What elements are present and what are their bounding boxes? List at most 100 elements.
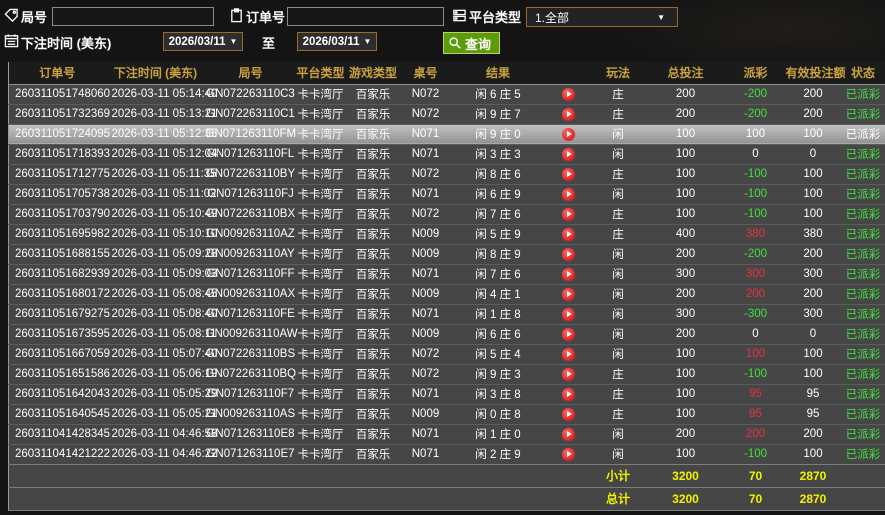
cell-bet-time: 2026-03-11 04:46:58 bbox=[105, 423, 217, 444]
cell-order: 260311051724095 bbox=[8, 123, 110, 144]
table-row[interactable]: 260311051688155 2026-03-11 05:09:28 GN0092… bbox=[8, 243, 885, 264]
replay-play-button[interactable] bbox=[561, 347, 575, 361]
date-from-value: 2026/03/11 bbox=[168, 35, 226, 48]
cell-order: 260311051640545 bbox=[8, 403, 110, 424]
cell-platform: 卡卡湾厅 bbox=[295, 343, 346, 364]
filter-bar: 局号 订单号 平台类型 1.全部 下注时间 (美东) 2026/03/11 至 … bbox=[0, 0, 885, 62]
total-label: 总计 bbox=[590, 486, 646, 510]
col-header-game-type: 游戏类型 bbox=[345, 62, 401, 85]
table-row[interactable]: 260311051748060 2026-03-11 05:14:40 GN0722… bbox=[8, 84, 885, 104]
replay-play-button[interactable] bbox=[561, 327, 575, 341]
cell-bet-time: 2026-03-11 05:08:45 bbox=[105, 283, 217, 304]
cell-result: 闲 2 庄 9 bbox=[450, 443, 546, 464]
cell-platform: 卡卡湾厅 bbox=[295, 143, 346, 164]
tag-icon bbox=[4, 8, 19, 23]
cell-result: 闲 8 庄 9 bbox=[450, 243, 546, 264]
table-row[interactable]: 260311051673595 2026-03-11 05:08:11 GN0092… bbox=[8, 323, 885, 344]
platform-type-select[interactable]: 1.全部 bbox=[526, 7, 678, 27]
cell-platform: 卡卡湾厅 bbox=[295, 363, 346, 384]
cell-platform: 卡卡湾厅 bbox=[295, 283, 346, 304]
cell-platform: 卡卡湾厅 bbox=[295, 403, 346, 424]
table-row[interactable]: 260311051642043 2026-03-11 05:05:29 GN0712… bbox=[8, 383, 885, 404]
cell-valid-bet: 0 bbox=[785, 143, 841, 164]
cell-total-bet: 200 bbox=[645, 84, 726, 104]
table-header: 订单号 下注时间 (美东) 局号 平台类型 游戏类型 桌号 结果 玩法 总投注 派彩 有效投注额 状态 bbox=[8, 62, 885, 85]
table-row[interactable]: 260311051682939 2026-03-11 05:09:03 GN0712… bbox=[8, 263, 885, 284]
replay-play-button[interactable] bbox=[561, 407, 575, 421]
cell-total-bet: 100 bbox=[645, 343, 726, 364]
cell-result: 闲 0 庄 8 bbox=[450, 403, 546, 424]
cell-result: 闲 9 庄 7 bbox=[450, 103, 546, 124]
total-row: 总计 3200 70 2870 bbox=[8, 486, 885, 510]
cell-play-type: 闲 bbox=[590, 323, 646, 344]
table-row[interactable]: 260311051703790 2026-03-11 05:10:49 GN0722… bbox=[8, 203, 885, 224]
cell-bet-time: 2026-03-11 05:08:11 bbox=[105, 323, 217, 344]
table-row[interactable]: 260311041421222 2026-03-11 04:46:22 GN0712… bbox=[8, 443, 885, 464]
cell-replay bbox=[545, 303, 591, 324]
replay-play-button[interactable] bbox=[561, 87, 575, 101]
replay-play-button[interactable] bbox=[561, 447, 575, 461]
replay-play-button[interactable] bbox=[561, 207, 575, 221]
cell-valid-bet: 200 bbox=[785, 103, 841, 124]
table-row[interactable]: 260311041428345 2026-03-11 04:46:58 GN0712… bbox=[8, 423, 885, 444]
order-no-input[interactable] bbox=[287, 7, 444, 26]
col-header-play-type: 玩法 bbox=[590, 62, 646, 85]
cell-bet-time: 2026-03-11 05:05:21 bbox=[105, 403, 217, 424]
replay-play-button[interactable] bbox=[561, 287, 575, 301]
subtotal-label: 小计 bbox=[590, 463, 646, 487]
replay-play-button[interactable] bbox=[561, 167, 575, 181]
cell-payout: 100 bbox=[725, 123, 786, 144]
query-button[interactable]: 查询 bbox=[443, 32, 501, 54]
cell-table-no: N009 bbox=[400, 403, 451, 424]
replay-play-button[interactable] bbox=[561, 187, 575, 201]
table-row[interactable]: 260311051667059 2026-03-11 05:07:40 GN0722… bbox=[8, 343, 885, 364]
cell-platform: 卡卡湾厅 bbox=[295, 443, 346, 464]
table-row[interactable]: 260311051712775 2026-03-11 05:11:35 GN0722… bbox=[8, 163, 885, 184]
col-header-valid-bet: 有效投注额 bbox=[785, 62, 846, 85]
cell-platform: 卡卡湾厅 bbox=[295, 183, 346, 204]
round-no-input[interactable] bbox=[52, 7, 214, 26]
cell-replay bbox=[545, 423, 591, 444]
table-row[interactable]: 260311051724095 2026-03-11 05:12:35 GN0712… bbox=[8, 123, 885, 144]
date-to-select[interactable]: 2026/03/11 bbox=[297, 32, 377, 51]
cell-play-type: 闲 bbox=[590, 443, 646, 464]
table-row[interactable]: 260311051732369 2026-03-11 05:13:21 GN0722… bbox=[8, 103, 885, 124]
cell-total-bet: 100 bbox=[645, 403, 726, 424]
table-row[interactable]: 260311051680172 2026-03-11 05:08:45 GN0092… bbox=[8, 283, 885, 304]
replay-play-button[interactable] bbox=[561, 427, 575, 441]
table-row[interactable]: 260311051679275 2026-03-11 05:08:40 GN0712… bbox=[8, 303, 885, 324]
total-status-spacer bbox=[840, 486, 885, 510]
cell-game-type: 百家乐 bbox=[345, 203, 401, 224]
table-row[interactable]: 260311051695982 2026-03-11 05:10:10 GN0092… bbox=[8, 223, 885, 244]
cell-result: 闲 1 庄 0 bbox=[450, 423, 546, 444]
cell-payout: 200 bbox=[725, 283, 786, 304]
cell-order: 260311051695982 bbox=[8, 223, 110, 244]
cell-platform: 卡卡湾厅 bbox=[295, 423, 346, 444]
cell-valid-bet: 380 bbox=[785, 223, 841, 244]
replay-play-button[interactable] bbox=[561, 267, 575, 281]
replay-play-button[interactable] bbox=[561, 247, 575, 261]
cell-order: 260311051703790 bbox=[8, 203, 110, 224]
cell-valid-bet: 100 bbox=[785, 443, 841, 464]
cell-table-no: N071 bbox=[400, 263, 451, 284]
replay-play-button[interactable] bbox=[561, 307, 575, 321]
date-from-select[interactable]: 2026/03/11 bbox=[163, 32, 243, 51]
replay-play-button[interactable] bbox=[561, 367, 575, 381]
cell-round-no: GN071263110FL bbox=[205, 143, 296, 164]
cell-status: 已派彩 bbox=[840, 343, 885, 364]
replay-play-button[interactable] bbox=[561, 127, 575, 141]
replay-play-button[interactable] bbox=[561, 107, 575, 121]
cell-play-type: 庄 bbox=[590, 383, 646, 404]
table-row[interactable]: 260311051640545 2026-03-11 05:05:21 GN0092… bbox=[8, 403, 885, 424]
table-row[interactable]: 260311051651586 2026-03-11 05:06:19 GN0722… bbox=[8, 363, 885, 384]
cell-status: 已派彩 bbox=[840, 143, 885, 164]
cell-table-no: N071 bbox=[400, 303, 451, 324]
cell-game-type: 百家乐 bbox=[345, 123, 401, 144]
subtotal-status-spacer bbox=[840, 463, 885, 487]
replay-play-button[interactable] bbox=[561, 387, 575, 401]
replay-play-button[interactable] bbox=[561, 147, 575, 161]
replay-play-button[interactable] bbox=[561, 227, 575, 241]
table-row[interactable]: 260311051705738 2026-03-11 05:11:02 GN0712… bbox=[8, 183, 885, 204]
cell-result: 闲 9 庄 3 bbox=[450, 363, 546, 384]
table-row[interactable]: 260311051718393 2026-03-11 05:12:04 GN0712… bbox=[8, 143, 885, 164]
